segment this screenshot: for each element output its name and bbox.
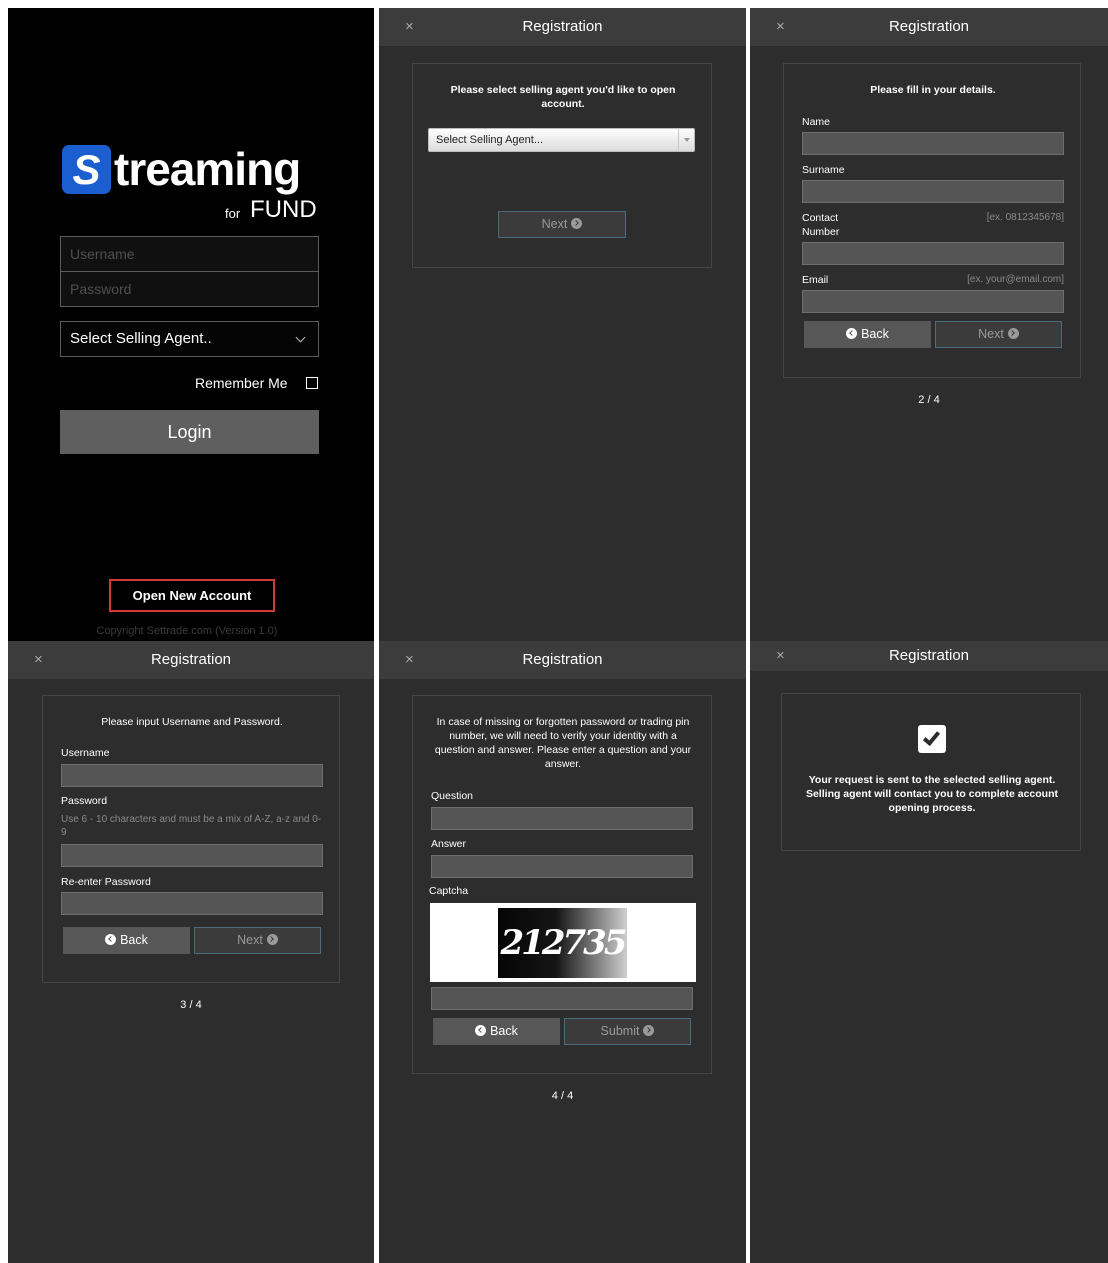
form-card: Please fill in your details. Name Surnam… [783, 63, 1081, 378]
submit-label: Submit [600, 1024, 640, 1038]
arrow-left-circle-icon [105, 934, 117, 945]
registration-header: × Registration [8, 641, 374, 679]
registration-step-4: × Registration In case of missing or for… [379, 641, 746, 1263]
registration-complete: × Registration Your request is sent to t… [750, 641, 1108, 1263]
checkmark-icon [918, 725, 946, 753]
instruction-text: Please select selling agent you'd like t… [450, 84, 676, 110]
arrow-left-circle-icon [475, 1025, 487, 1036]
arrow-right-circle-icon [266, 934, 278, 945]
email-label: Email [802, 274, 829, 286]
email-hint: [ex. your@email.com] [967, 274, 1064, 285]
page-indicator: 2 / 4 [918, 394, 940, 406]
selling-agent-value: Select Selling Agent.. [70, 330, 212, 347]
registration-title: Registration [888, 647, 970, 664]
instruction-text: In case of missing or forgotten password… [434, 716, 692, 770]
next-label: Next [237, 933, 263, 947]
contact-number-hint: [ex. 0812345678] [986, 212, 1064, 223]
password-input[interactable] [61, 844, 323, 867]
back-label: Back [120, 933, 148, 947]
login-screen: S treaming for FUND Username Password Se… [8, 8, 374, 641]
form-card: In case of missing or forgotten password… [412, 695, 712, 1074]
registration-header: × Registration [750, 8, 1108, 46]
page-indicator: 4 / 4 [551, 1090, 574, 1102]
back-label: Back [490, 1024, 518, 1038]
password-hint: Use 6 - 10 characters and must be a mix … [61, 814, 322, 838]
arrow-left-circle-icon [846, 328, 858, 339]
reenter-password-input[interactable] [61, 892, 323, 915]
instruction-text: Please input Username and Password. [101, 716, 283, 728]
registration-title: Registration [522, 651, 603, 668]
instruction-text: Please fill in your details. [870, 84, 996, 96]
arrow-right-circle-icon [1007, 328, 1019, 339]
captcha-label: Captcha [429, 885, 469, 897]
registration-header: × Registration [750, 641, 1108, 671]
next-button[interactable]: Next [498, 211, 626, 238]
back-label: Back [861, 327, 889, 341]
registration-step-1: × Registration Please select selling age… [379, 8, 746, 641]
selling-agent-select[interactable]: Select Selling Agent.. [60, 321, 319, 357]
name-input[interactable] [802, 132, 1064, 155]
registration-title: Registration [150, 651, 232, 668]
captcha-image: 212735 [498, 908, 627, 978]
password-label: Password [61, 795, 108, 807]
contact-number-label: Contact Number [802, 212, 840, 238]
confirmation-message: Your request is sent to the selected sel… [805, 774, 1059, 814]
reenter-password-label: Re-enter Password [61, 876, 151, 888]
logo-wordmark: treaming [114, 143, 301, 195]
back-button[interactable]: Back [433, 1018, 560, 1045]
registration-step-2: × Registration Please fill in your detai… [750, 8, 1108, 641]
back-button[interactable]: Back [63, 927, 190, 954]
login-button[interactable]: Login [60, 410, 319, 454]
submit-button[interactable]: Submit [564, 1018, 691, 1045]
answer-label: Answer [431, 838, 467, 850]
form-card: Please input Username and Password. User… [42, 695, 340, 983]
email-input[interactable] [802, 290, 1064, 313]
open-new-account-link[interactable]: Open New Account [109, 579, 275, 612]
remember-me-label: Remember Me [195, 375, 288, 391]
registration-step-3: × Registration Please input Username and… [8, 641, 374, 1263]
surname-input[interactable] [802, 180, 1064, 203]
logo-for: for [225, 206, 241, 221]
dropdown-caret-icon [678, 129, 694, 151]
streaming-logo-icon: S [62, 145, 111, 194]
arrow-right-circle-icon [643, 1025, 655, 1036]
next-label: Next [978, 327, 1004, 341]
captcha-box: 212735 [430, 903, 696, 982]
question-input[interactable] [431, 807, 693, 830]
username-input[interactable] [61, 764, 323, 787]
selling-agent-select[interactable]: Select Selling Agent... [428, 128, 695, 152]
next-button[interactable]: Next [194, 927, 321, 954]
confirmation-card: Your request is sent to the selected sel… [781, 693, 1081, 851]
question-label: Question [431, 790, 474, 802]
name-label: Name [802, 116, 831, 128]
registration-title: Registration [522, 18, 603, 35]
registration-header: × Registration [379, 641, 746, 679]
form-card: Please select selling agent you'd like t… [412, 63, 712, 268]
captcha-input[interactable] [431, 987, 693, 1010]
answer-input[interactable] [431, 855, 693, 878]
contact-number-input[interactable] [802, 242, 1064, 265]
username-label: Username [61, 747, 110, 759]
registration-header: × Registration [379, 8, 746, 46]
registration-title: Registration [888, 18, 970, 35]
remember-me-checkbox[interactable] [306, 377, 318, 389]
arrow-right-circle-icon [571, 218, 583, 229]
surname-label: Surname [802, 164, 845, 176]
chevron-down-icon [295, 332, 306, 343]
logo-fund: FUND [250, 196, 317, 223]
password-input[interactable]: Password [60, 271, 319, 307]
back-button[interactable]: Back [804, 321, 931, 348]
selling-agent-value: Select Selling Agent... [436, 134, 544, 146]
page-indicator: 3 / 4 [180, 999, 202, 1011]
next-label: Next [541, 217, 568, 231]
next-button[interactable]: Next [935, 321, 1062, 348]
copyright-text: Copyright Settrade.com (Version 1.0) [96, 625, 278, 637]
username-input[interactable]: Username [60, 236, 319, 272]
